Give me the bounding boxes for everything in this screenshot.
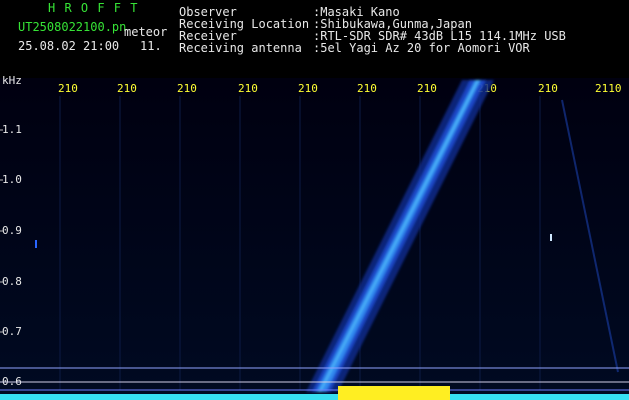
- plot-background: [0, 78, 629, 400]
- y-tick-label: 0.7: [2, 325, 22, 338]
- spectrogram-plot: kHz 1.1 1.0 0.9 0.8 0.7 0.6 210 210 210 …: [0, 74, 629, 400]
- meteor-echo-intensity: [338, 386, 450, 400]
- y-tick-label: 0.8: [2, 275, 22, 288]
- noise-speckle: [35, 240, 37, 248]
- x-tick-label: 210: [417, 82, 437, 95]
- x-tick-label: 210: [58, 82, 78, 95]
- frequency-unit-label: kHz: [2, 74, 22, 87]
- y-tick-label: 0.9: [2, 224, 22, 237]
- x-tick-label: 210: [538, 82, 558, 95]
- y-tick-label: 1.0: [2, 173, 22, 186]
- x-tick-label: 210: [177, 82, 197, 95]
- x-tick-label: 210: [298, 82, 318, 95]
- signal-intensity-bar: [0, 394, 629, 400]
- x-tick-label: 210: [117, 82, 137, 95]
- x-tick-label: 210: [238, 82, 258, 95]
- x-tick-label: 2110: [595, 82, 622, 95]
- y-tick-label: 1.1: [2, 123, 22, 136]
- hrofft-spectrogram-window: H R O F F T UT2508022100.pn meteor 25.08…: [0, 0, 629, 400]
- noise-speckle: [550, 234, 552, 241]
- x-tick-label: 210: [357, 82, 377, 95]
